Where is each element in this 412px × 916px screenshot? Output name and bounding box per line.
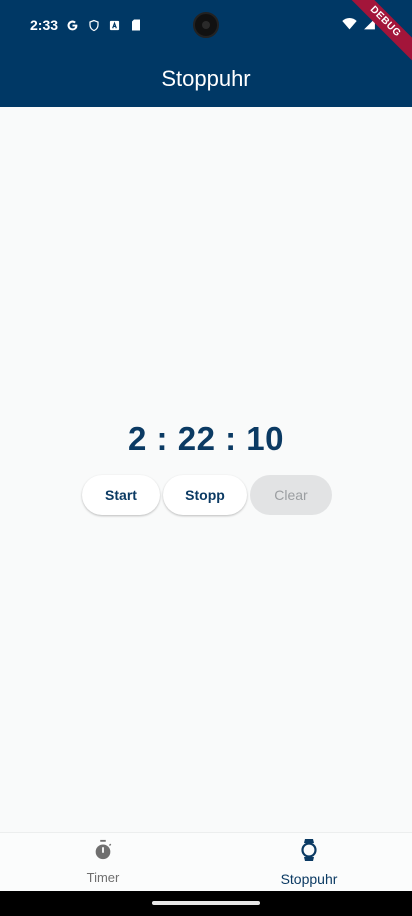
stopwatch-controls: Start Stopp Clear [0,475,412,515]
stop-button[interactable]: Stopp [163,475,247,515]
clear-button[interactable]: Clear [250,475,332,515]
bottom-navigation: Timer Stoppuhr [0,832,412,891]
camera-cutout [193,12,219,38]
page-title: Stoppuhr [161,65,251,91]
nav-item-timer[interactable]: Timer [0,833,206,891]
app-screen: 2:33 DEBUG Stoppuhr 2: 22: 10 Start St… [0,0,412,916]
sd-card-icon [129,19,142,32]
google-icon [66,19,79,32]
nav-item-stoppuhr[interactable]: Stoppuhr [206,833,412,891]
status-bar: 2:33 DEBUG [0,0,412,67]
status-icons-left [66,19,142,32]
start-button[interactable]: Start [82,475,160,515]
shield-icon [87,19,100,32]
status-time: 2:33 [30,17,59,33]
nav-label-timer: Timer [86,870,120,885]
app-bar: Stoppuhr [0,50,412,107]
home-indicator[interactable] [152,901,260,905]
nav-label-stoppuhr: Stoppuhr [280,870,338,887]
timer-icon [92,839,114,866]
wifi-icon [342,17,357,35]
system-navigation-bar [0,891,412,916]
font-icon [108,19,121,32]
stopwatch-display: 2 : 22 : 10 [128,420,284,457]
watch-icon [300,838,318,867]
